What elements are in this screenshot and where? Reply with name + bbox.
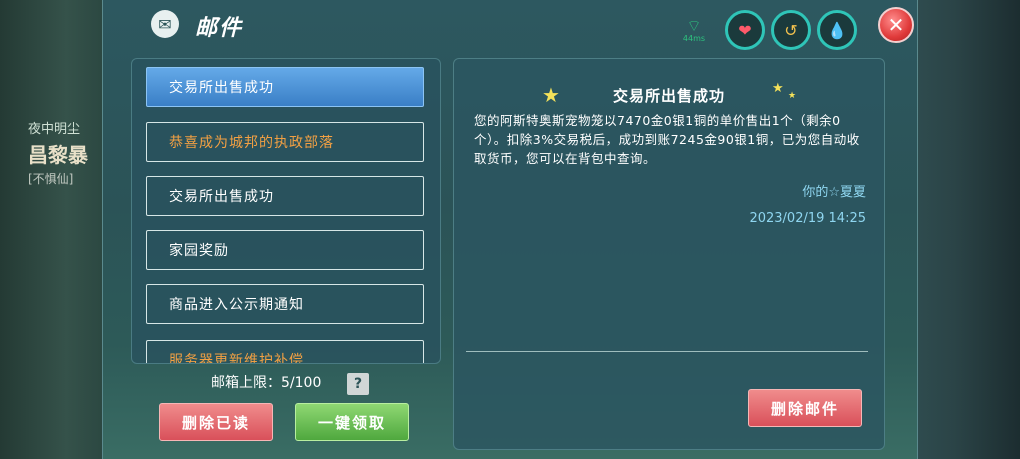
mail-detail-panel: ★ ★ ★ 交易所出售成功 您的阿斯特奥斯宠物笼以7470金0银1铜的单价售出1… [453,58,885,450]
stamina-icon[interactable]: ↺ [771,10,811,50]
background-right-scene [910,0,1020,459]
mail-subject: 交易所出售成功 [612,87,725,105]
mail-list[interactable]: 交易所出售成功 恭喜成为城邦的执政部落 交易所出售成功 家园奖励 商品进入公示期… [131,58,441,364]
mail-timestamp: 2023/02/19 14:25 [749,211,866,226]
divider [466,351,868,352]
mail-sender: 你的☆夏夏 [802,185,866,200]
status-cluster: ⌔ 44ms ❤ ↺ 💧 [679,8,859,50]
help-button[interactable]: ? [347,373,369,395]
mail-list-item[interactable]: 商品进入公示期通知 [146,284,424,324]
close-icon: ✕ [887,13,905,37]
heart-icon[interactable]: ❤ [725,10,765,50]
mail-list-item[interactable]: 恭喜成为城邦的执政部落 [146,122,424,162]
ping-readout: 44ms [682,34,706,43]
claim-all-button[interactable]: 一键领取 [295,403,409,441]
wifi-icon: ⌔ 44ms [679,16,709,46]
delete-mail-button[interactable]: 删除邮件 [748,389,862,427]
delete-read-button[interactable]: 删除已读 [159,403,273,441]
close-button[interactable]: ✕ [878,7,914,43]
background-left-scene [0,0,110,459]
water-drop-icon[interactable]: 💧 [817,10,857,50]
window-title: 邮件 [195,16,244,41]
mail-list-item[interactable]: 交易所出售成功 [146,176,424,216]
mail-body: 您的阿斯特奥斯宠物笼以7470金0银1铜的单价售出1个（剩余0个）。扣除3%交易… [474,113,860,166]
mail-list-item-selected[interactable]: 交易所出售成功 [146,67,424,107]
mail-list-item[interactable]: 服务器更新维护补偿 [146,340,424,363]
mail-list-item[interactable]: 家园奖励 [146,230,424,270]
mail-icon: ✉ [151,10,179,38]
inbox-limit-label: 邮箱上限：5/100 [211,375,322,391]
mail-window: ✉ 邮件 ⌔ 44ms ❤ ↺ 💧 ✕ 交易所出售成功 恭喜成为城邦的执政部落 … [102,0,918,459]
